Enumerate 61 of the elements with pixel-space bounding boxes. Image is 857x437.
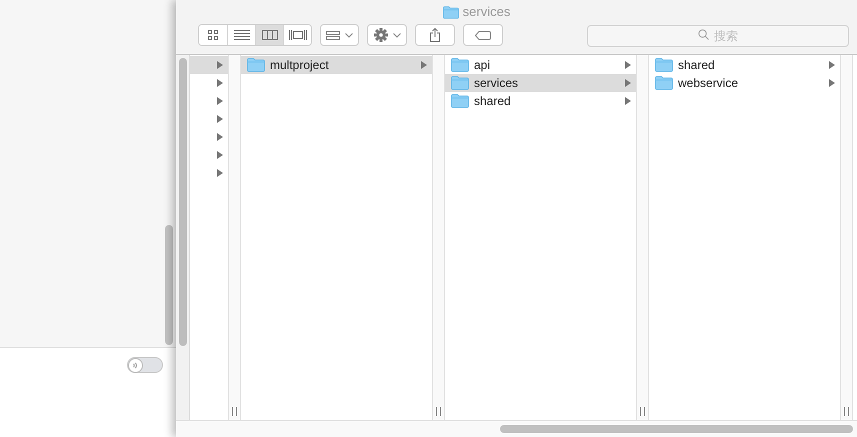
tag-button[interactable] [463, 24, 503, 46]
disclosure-arrow-icon [217, 169, 223, 177]
column-item[interactable]: multproject [241, 56, 432, 74]
folder-icon [451, 94, 469, 108]
search-field[interactable]: 搜索 [587, 25, 849, 47]
disclosure-arrow-icon [829, 79, 835, 87]
sound-waves-icon [132, 362, 139, 368]
chevron-down-icon [392, 32, 400, 38]
folder-name: shared [474, 93, 511, 110]
folder-name: multproject [270, 57, 329, 74]
disclosure-arrow-icon [217, 61, 223, 69]
disclosure-arrow-icon [421, 61, 427, 69]
column-item[interactable]: shared [649, 56, 840, 74]
column-item[interactable]: services [445, 74, 636, 92]
scrollbar-thumb[interactable] [500, 425, 853, 433]
scrollbar-thumb[interactable] [165, 225, 173, 345]
view-mode-button[interactable] [255, 25, 283, 45]
toggle-switch[interactable] [127, 357, 163, 373]
column-item[interactable]: webservice [649, 74, 840, 92]
chevron-down-icon [345, 32, 353, 38]
folder-name: webservice [678, 75, 738, 92]
list-icon [234, 30, 250, 40]
resize-handle-icon [436, 407, 441, 416]
columns-icon [262, 30, 278, 40]
disclosure-arrow-icon [625, 97, 631, 105]
grid-icon [208, 30, 218, 40]
folder-name: shared [678, 57, 715, 74]
arrange-button[interactable] [320, 24, 359, 46]
folder-icon [655, 58, 673, 72]
column-item[interactable]: shared [445, 92, 636, 110]
disclosure-arrow-icon [217, 133, 223, 141]
action-button[interactable] [367, 24, 407, 46]
folder-icon [655, 76, 673, 90]
disclosure-arrow-icon [217, 97, 223, 105]
resize-handle-icon [844, 407, 849, 416]
disclosure-arrow-icon [217, 79, 223, 87]
view-mode-button[interactable] [283, 25, 311, 45]
grid-icon [326, 30, 340, 40]
resize-handle-icon [232, 407, 237, 416]
cover-flow-icon [288, 30, 306, 40]
share-button[interactable] [415, 24, 455, 46]
scrollbar-thumb[interactable] [178, 58, 186, 346]
disclosure-arrow-icon [217, 115, 223, 123]
resize-handle-icon [640, 407, 645, 416]
folder-icon [451, 58, 469, 72]
disclosure-arrow-icon [625, 79, 631, 87]
disclosure-arrow-icon [217, 151, 223, 159]
folder-icon [247, 58, 265, 72]
folder-icon [451, 76, 469, 90]
column-item[interactable] [190, 56, 228, 74]
tag-icon [475, 30, 491, 40]
column-item[interactable]: api [445, 56, 636, 74]
disclosure-arrow-icon [625, 61, 631, 69]
folder-icon [442, 6, 459, 18]
window-title: services [462, 3, 510, 22]
folder-name: services [474, 75, 518, 92]
folder-name: api [474, 57, 490, 74]
disclosure-arrow-icon [829, 61, 835, 69]
share-icon [430, 28, 440, 42]
search-icon [698, 29, 709, 40]
gear-icon [374, 28, 388, 42]
